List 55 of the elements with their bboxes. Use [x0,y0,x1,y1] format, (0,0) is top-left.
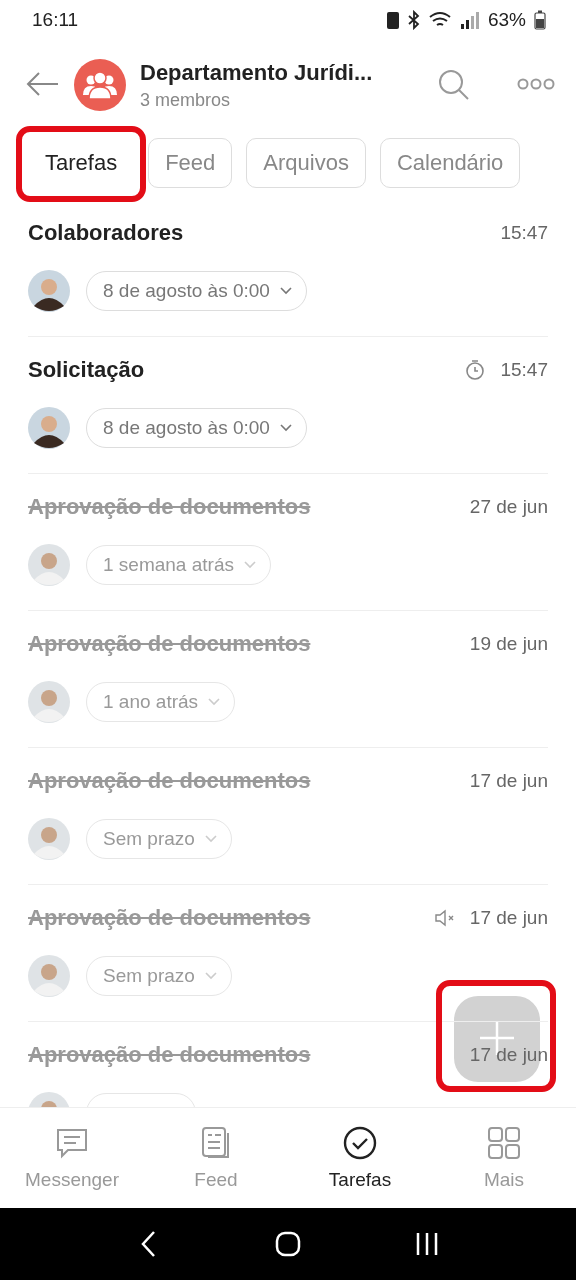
muted-speaker-icon [433,907,456,929]
chevron-down-icon [279,287,292,295]
group-avatar-icon [74,59,126,111]
tab[interactable]: Feed [148,138,233,188]
task-time: 17 de jun [469,907,548,929]
deadline-dropdown[interactable]: 1 semana atrás [86,545,271,585]
deadline-dropdown[interactable]: 8 de agosto às 0:00 [86,271,307,311]
tab[interactable]: Arquivos [246,138,366,188]
chat-title: Departamento Jurídi... [140,59,374,86]
nav-item[interactable]: Tarefas [288,1108,432,1208]
tab[interactable]: Calendário [379,138,521,188]
task-time: 15:47 [500,222,548,244]
battery-percentage: 63% [487,9,526,31]
chevron-down-icon [279,424,292,432]
task-time: 15:47 [500,359,548,381]
deadline-dropdown[interactable]: 8 de agosto às 0:00 [86,408,307,448]
chevron-down-icon [204,972,217,980]
deadline-dropdown[interactable]: 1 ano atrás [86,682,236,722]
avatar [28,270,70,312]
battery-icon [534,10,546,30]
chevron-down-icon [204,835,217,843]
nav-item[interactable]: Mais [432,1108,576,1208]
status-time: 16:11 [32,9,79,31]
task-title[interactable]: Aprovação de documentos [28,768,311,794]
deadline-dropdown[interactable]: Sem prazo [86,819,232,859]
task-time: 17 de jun [469,1044,548,1066]
signal-icon [459,11,480,29]
task-time: 17 de jun [469,770,548,792]
member-count: 3 membros [140,89,232,111]
timer-icon [464,359,487,381]
task-time: 27 de jun [469,496,548,518]
chevron-down-icon [243,561,256,569]
avatar [28,544,70,586]
grid-icon [486,1125,522,1161]
nav-item[interactable]: Feed [144,1108,288,1208]
chevron-down-icon [208,698,221,706]
deadline-dropdown[interactable]: Sem prazo [86,956,232,996]
task-title[interactable]: Solicitação [28,357,145,383]
task-time: 19 de jun [469,633,548,655]
task-title[interactable]: Aprovação de documentos [28,1042,311,1068]
avatar [28,681,70,723]
task-title[interactable]: Aprovação de documentos [28,494,311,520]
task-title[interactable]: Aprovação de documentos [28,631,311,657]
avatar [28,407,70,449]
avatar [28,955,70,997]
wifi-icon [427,11,452,29]
more-icon [516,76,556,91]
bluetooth-icon [407,10,420,30]
avatar [28,818,70,860]
check-circle-icon [342,1125,378,1161]
task-title[interactable]: Aprovação de documentos [28,905,311,931]
battery-saver-icon [385,10,400,30]
home-button[interactable] [273,1229,303,1259]
task-title[interactable]: Colaboradores [28,220,184,246]
nav-item[interactable]: Messenger [0,1108,144,1208]
